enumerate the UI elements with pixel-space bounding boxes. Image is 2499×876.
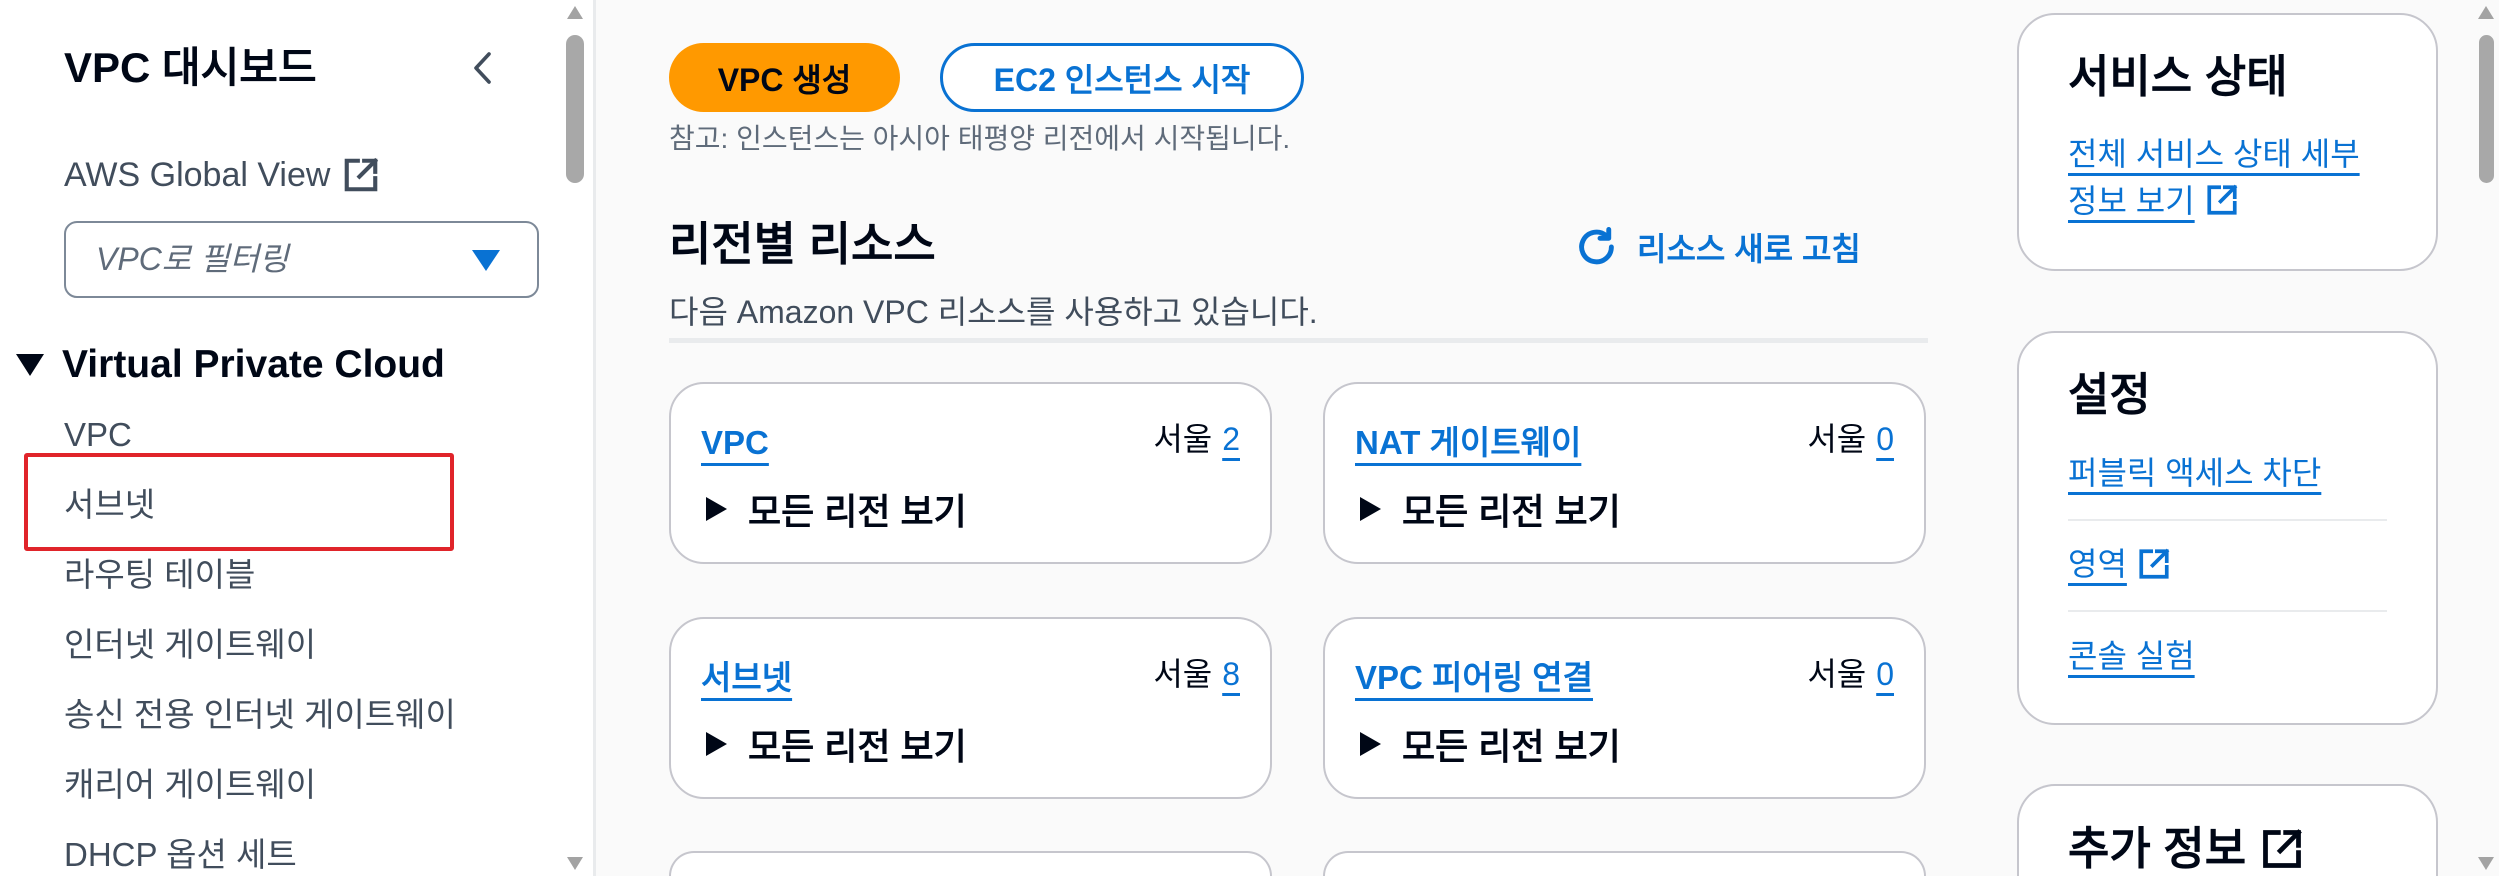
resource-card-title-link[interactable]: NAT 게이트웨이 bbox=[1355, 423, 1581, 463]
divider bbox=[2068, 519, 2387, 521]
additional-info-panel: 추가 정보 bbox=[2017, 784, 2438, 876]
sidebar-scrollbar[interactable] bbox=[560, 0, 590, 876]
resources-description: 다음 Amazon VPC 리소스를 사용하고 있습니다. bbox=[669, 294, 1318, 330]
resource-card-title-link[interactable]: VPC 피어링 연결 bbox=[1355, 658, 1593, 698]
scroll-up-arrow-icon[interactable] bbox=[567, 6, 583, 19]
zones-link[interactable]: 영역 bbox=[2068, 544, 2171, 584]
service-health-details-link[interactable]: 전체 서비스 상태 세부 정보 보기 bbox=[2068, 131, 2387, 225]
resources-by-region-heading: 리전별 리소스 bbox=[669, 218, 936, 270]
vpc-filter-select[interactable] bbox=[64, 221, 539, 298]
launch-ec2-instance-button[interactable]: EC2 인스턴스 시작 bbox=[940, 43, 1304, 112]
caret-right-icon bbox=[1360, 732, 1381, 756]
section-header-virtual-private-cloud[interactable]: Virtual Private Cloud bbox=[16, 343, 445, 387]
main-content: VPC 생성 EC2 인스턴스 시작 참고: 인스턴스는 아시아 태평양 리전에… bbox=[596, 0, 2499, 876]
block-public-access-link[interactable]: 퍼블릭 액세스 차단 bbox=[2068, 453, 2321, 493]
block-public-access-label: 퍼블릭 액세스 차단 bbox=[2068, 455, 2322, 491]
scroll-up-arrow-icon[interactable] bbox=[2478, 6, 2494, 19]
side-navigation: VPC 대시보드 AWS Global View Virtual Private… bbox=[0, 0, 596, 876]
scroll-down-arrow-icon[interactable] bbox=[567, 857, 583, 870]
service-health-panel: 서비스 상태 전체 서비스 상태 세부 정보 보기 bbox=[2017, 13, 2438, 271]
region-label: 서울 bbox=[1807, 656, 1867, 692]
resource-count: 서울 0 bbox=[1807, 419, 1894, 459]
vpc-filter-input[interactable] bbox=[66, 223, 537, 296]
refresh-icon bbox=[1579, 227, 1614, 265]
sidebar-title[interactable]: VPC 대시보드 bbox=[64, 44, 317, 92]
sidebar-item-internet-gateways[interactable]: 인터넷 게이트웨이 bbox=[64, 625, 456, 665]
console-experiments-label: 콘솔 실험 bbox=[2068, 638, 2195, 674]
scrollbar-thumb[interactable] bbox=[2479, 35, 2494, 183]
section-divider bbox=[669, 338, 1928, 343]
highlight-box bbox=[24, 453, 454, 551]
caret-down-icon bbox=[16, 354, 44, 376]
sidebar-item-dhcp-option-sets[interactable]: DHCP 옵션 세트 bbox=[64, 835, 456, 875]
resource-count-link[interactable]: 0 bbox=[1876, 654, 1894, 694]
scroll-down-arrow-icon[interactable] bbox=[2478, 857, 2494, 870]
region-label: 서울 bbox=[1807, 421, 1867, 457]
service-health-title: 서비스 상태 bbox=[2068, 51, 2288, 102]
sidebar-item-route-tables[interactable]: 라우팅 테이블 bbox=[64, 555, 456, 595]
console-experiments-link[interactable]: 콘솔 실험 bbox=[2068, 636, 2195, 676]
divider bbox=[2068, 610, 2387, 612]
external-link-icon bbox=[345, 157, 379, 192]
expand-all-regions-toggle[interactable]: 모든 리전 보기 bbox=[706, 487, 967, 532]
zones-label: 영역 bbox=[2068, 546, 2127, 582]
expand-all-regions-toggle[interactable]: 모든 리전 보기 bbox=[1360, 722, 1621, 767]
aws-global-view-label: AWS Global View bbox=[64, 155, 331, 194]
sidebar-item-egress-only-internet-gateways[interactable]: 송신 전용 인터넷 게이트웨이 bbox=[64, 695, 456, 735]
resource-card-title-link[interactable]: 서브넷 bbox=[701, 658, 792, 698]
refresh-resources-button[interactable]: 리소스 새로 고침 bbox=[1574, 223, 1861, 271]
caret-right-icon bbox=[706, 732, 727, 756]
external-link-icon bbox=[2139, 548, 2170, 579]
sidebar-item-vpc[interactable]: VPC bbox=[64, 415, 456, 455]
expand-all-regions-label: 모든 리전 보기 bbox=[1402, 491, 1621, 532]
resource-count: 서울 0 bbox=[1807, 654, 1894, 694]
scrollbar-thumb[interactable] bbox=[566, 35, 584, 183]
main-scrollbar[interactable] bbox=[2473, 0, 2499, 876]
resource-count-link[interactable]: 0 bbox=[1876, 419, 1894, 459]
resource-count: 서울 2 bbox=[1153, 419, 1240, 459]
collapse-sidebar-button[interactable] bbox=[462, 48, 502, 88]
expand-all-regions-toggle[interactable]: 모든 리전 보기 bbox=[706, 722, 967, 767]
expand-all-regions-label: 모든 리전 보기 bbox=[748, 726, 967, 767]
launch-region-note: 참고: 인스턴스는 아시아 태평양 리전에서 시작됩니다. bbox=[669, 123, 1291, 154]
aws-global-view-link[interactable]: AWS Global View bbox=[64, 155, 380, 195]
resource-card-title-link[interactable]: VPC bbox=[701, 423, 769, 463]
resource-count-link[interactable]: 8 bbox=[1222, 654, 1240, 694]
region-label: 서울 bbox=[1153, 421, 1213, 457]
external-link-icon bbox=[2263, 829, 2302, 868]
resource-card-nat-gateway: NAT 게이트웨이 서울 0 모든 리전 보기 bbox=[1323, 382, 1926, 564]
caret-right-icon bbox=[1360, 497, 1381, 521]
sidebar-item-carrier-gateways[interactable]: 캐리어 게이트웨이 bbox=[64, 765, 456, 805]
expand-all-regions-label: 모든 리전 보기 bbox=[1402, 726, 1621, 767]
caret-down-icon[interactable] bbox=[472, 250, 500, 271]
additional-info-title: 추가 정보 bbox=[2068, 823, 2247, 874]
region-label: 서울 bbox=[1153, 656, 1213, 692]
refresh-label: 리소스 새로 고침 bbox=[1637, 231, 1861, 267]
expand-all-regions-toggle[interactable]: 모든 리전 보기 bbox=[1360, 487, 1621, 532]
section-title: Virtual Private Cloud bbox=[62, 343, 445, 386]
resource-card-subnets: 서브넷 서울 8 모든 리전 보기 bbox=[669, 617, 1272, 799]
settings-panel: 설정 퍼블릭 액세스 차단 영역 콘솔 실험 bbox=[2017, 331, 2438, 725]
caret-right-icon bbox=[706, 497, 727, 521]
create-vpc-button[interactable]: VPC 생성 bbox=[669, 43, 900, 112]
resource-card bbox=[1323, 851, 1926, 876]
expand-all-regions-label: 모든 리전 보기 bbox=[748, 491, 967, 532]
chevron-left-icon bbox=[474, 52, 491, 84]
external-link-icon bbox=[2207, 184, 2238, 215]
resource-count-link[interactable]: 2 bbox=[1222, 419, 1240, 459]
resource-count: 서울 8 bbox=[1153, 654, 1240, 694]
resource-card-vpc-peering: VPC 피어링 연결 서울 0 모든 리전 보기 bbox=[1323, 617, 1926, 799]
resource-card bbox=[669, 851, 1272, 876]
resource-card-vpc: VPC 서울 2 모든 리전 보기 bbox=[669, 382, 1272, 564]
settings-title: 설정 bbox=[2068, 369, 2151, 420]
additional-info-title-link[interactable]: 추가 정보 bbox=[2068, 822, 2304, 876]
